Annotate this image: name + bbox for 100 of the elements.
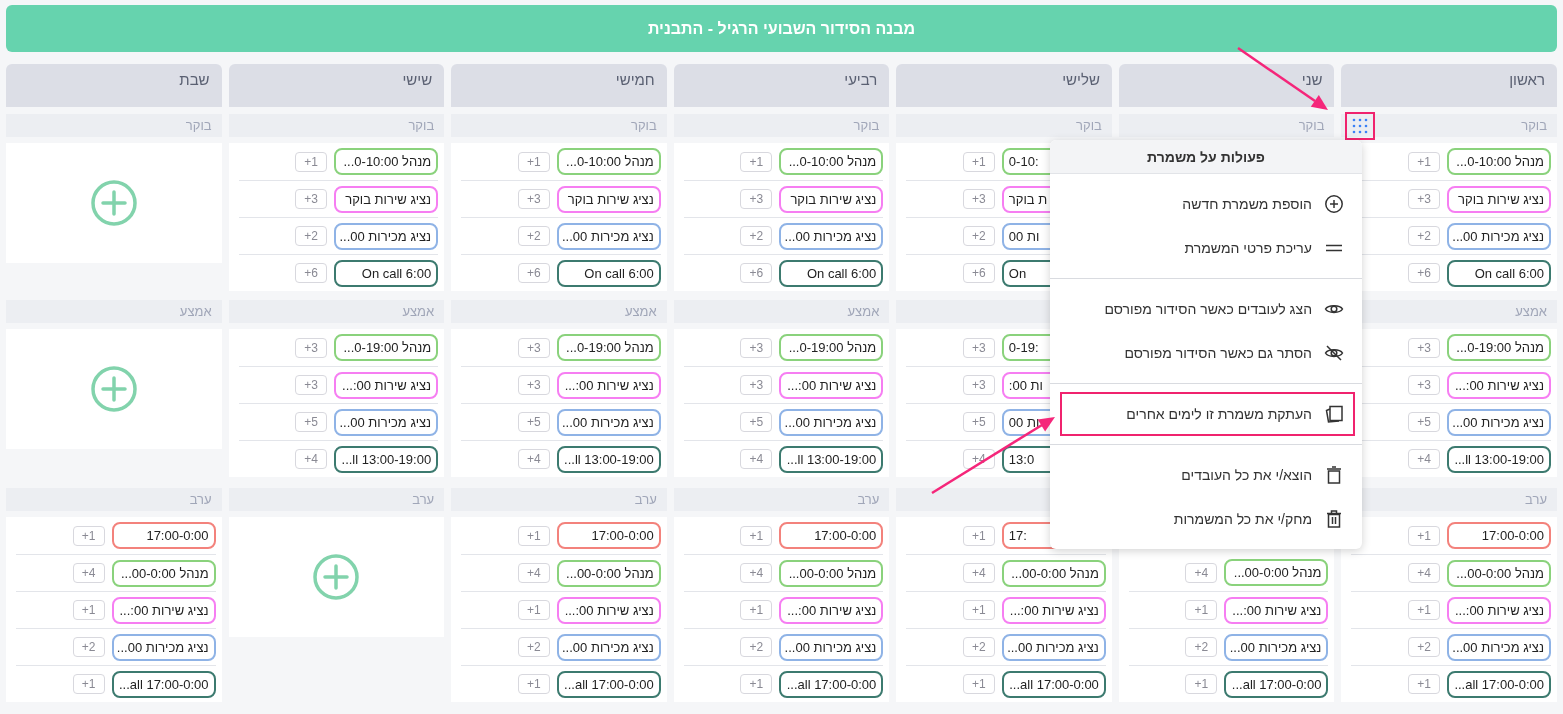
shift-pill[interactable]: נציג שירות 00:...: [334, 371, 439, 399]
shift-pill[interactable]: נציג מכירות 00...: [556, 222, 661, 250]
shift-pill[interactable]: מנהל 0-10:00...: [1447, 148, 1551, 175]
shift-pill[interactable]: נציג שירות 00:...: [1224, 596, 1329, 624]
count-badge[interactable]: +3: [1408, 375, 1440, 395]
shift-pill[interactable]: ...ll 13:00-19:00: [779, 445, 884, 473]
count-badge[interactable]: +4: [962, 563, 995, 583]
count-badge[interactable]: +2: [740, 226, 773, 246]
count-badge[interactable]: +1: [1408, 674, 1440, 694]
shift-pill[interactable]: נציג מכירות 00...: [779, 633, 884, 661]
shift-pill[interactable]: ...ll 13:00-19:00: [334, 445, 439, 473]
shift-pill[interactable]: 17:00-0:00: [556, 522, 661, 549]
count-badge[interactable]: +2: [962, 637, 995, 657]
shift-pill[interactable]: נציג מכירות 00...: [1224, 633, 1329, 661]
shift-pill[interactable]: מנהל 00-0:00...: [779, 559, 884, 587]
shift-pill[interactable]: מנהל 0-19:00...: [1447, 334, 1551, 361]
grid-dots-icon[interactable]: [1345, 111, 1376, 140]
shift-pill[interactable]: נציג מכירות 00...: [334, 408, 439, 436]
count-badge[interactable]: +2: [1408, 226, 1440, 246]
count-badge[interactable]: +1: [740, 600, 773, 620]
count-badge[interactable]: +3: [740, 189, 773, 209]
shift-pill[interactable]: מנהל 0-10:00...: [556, 148, 661, 175]
shift-pill[interactable]: 17:00-0:00: [111, 522, 216, 549]
count-badge[interactable]: +6: [962, 263, 995, 283]
shift-pill[interactable]: נציג מכירות 00...: [556, 633, 661, 661]
count-badge[interactable]: +2: [740, 637, 773, 657]
shift-pill[interactable]: מנהל 00-0:00...: [1224, 559, 1329, 586]
add-icon[interactable]: [312, 553, 361, 601]
shift-pill[interactable]: מנהל 00-0:00...: [1001, 559, 1106, 587]
count-badge[interactable]: +1: [517, 151, 550, 172]
shift-pill[interactable]: מנהל 00-0:00...: [1447, 559, 1551, 587]
menu-item[interactable]: הסתר גם כאשר הסידור מפורסם: [1050, 331, 1362, 375]
shift-pill[interactable]: ...all 17:00-0:00: [1224, 670, 1329, 698]
shift-pill[interactable]: נציג מכירות 00...: [334, 222, 439, 250]
count-badge[interactable]: +1: [1185, 674, 1218, 694]
count-badge[interactable]: +6: [295, 263, 328, 283]
shift-pill[interactable]: נציג שירות 00:...: [556, 596, 661, 624]
count-badge[interactable]: +4: [740, 563, 773, 583]
count-badge[interactable]: +1: [962, 600, 995, 620]
count-badge[interactable]: +2: [72, 637, 105, 657]
count-badge[interactable]: +1: [295, 151, 328, 172]
count-badge[interactable]: +3: [295, 337, 328, 358]
shift-pill[interactable]: נציג מכירות 00...: [556, 408, 661, 436]
count-badge[interactable]: +6: [740, 263, 773, 283]
menu-item[interactable]: מחק/י את כל המשמרות: [1050, 497, 1362, 541]
shift-pill[interactable]: נציג מכירות 00...: [779, 222, 884, 250]
shift-pill[interactable]: מנהל 00-0:00...: [111, 559, 216, 587]
count-badge[interactable]: +3: [295, 189, 328, 209]
count-badge[interactable]: +1: [517, 600, 550, 620]
shift-pill[interactable]: נציג שירות בוקר: [779, 185, 884, 213]
count-badge[interactable]: +3: [962, 375, 995, 395]
shift-pill[interactable]: נציג מכירות 00...: [1001, 633, 1106, 661]
count-badge[interactable]: +4: [72, 563, 105, 583]
count-badge[interactable]: +1: [1408, 525, 1440, 546]
count-badge[interactable]: +1: [1408, 600, 1440, 620]
count-badge[interactable]: +3: [517, 375, 550, 395]
count-badge[interactable]: +4: [740, 449, 773, 469]
shift-pill[interactable]: מנהל 0-19:00...: [556, 334, 661, 361]
count-badge[interactable]: +2: [962, 226, 995, 246]
shift-pill[interactable]: נציג מכירות 00...: [1447, 222, 1551, 250]
count-badge[interactable]: +5: [1408, 412, 1440, 432]
count-badge[interactable]: +3: [740, 375, 773, 395]
shift-pill[interactable]: נציג שירות 00:...: [779, 371, 884, 399]
count-badge[interactable]: +6: [517, 263, 550, 283]
shift-pill[interactable]: 17:00-0:00: [1447, 522, 1551, 549]
count-badge[interactable]: +4: [1185, 562, 1218, 583]
shift-pill[interactable]: ...all 17:00-0:00: [779, 670, 884, 698]
count-badge[interactable]: +2: [517, 226, 550, 246]
shift-pill[interactable]: On call 6:00: [334, 259, 439, 287]
count-badge[interactable]: +5: [517, 412, 550, 432]
menu-item[interactable]: הוספת משמרת חדשה: [1050, 182, 1362, 226]
count-badge[interactable]: +1: [72, 674, 105, 694]
shift-pill[interactable]: On call 6:00: [1447, 259, 1551, 287]
shift-pill[interactable]: ...ll 13:00-19:00: [556, 445, 661, 473]
shift-pill[interactable]: נציג שירות בוקר: [334, 185, 439, 213]
shift-pill[interactable]: ...all 17:00-0:00: [1001, 670, 1106, 698]
count-badge[interactable]: +6: [1408, 263, 1440, 283]
count-badge[interactable]: +4: [1408, 449, 1440, 469]
count-badge[interactable]: +4: [517, 449, 550, 469]
add-icon[interactable]: [89, 179, 138, 227]
count-badge[interactable]: +1: [740, 674, 773, 694]
shift-pill[interactable]: ...ll 13:00-19:00: [1447, 445, 1551, 473]
count-badge[interactable]: +1: [740, 151, 773, 172]
shift-pill[interactable]: מנהל 0-19:00...: [779, 334, 884, 361]
shift-pill[interactable]: נציג שירות 00:...: [111, 596, 216, 624]
shift-pill[interactable]: On call 6:00: [556, 259, 661, 287]
shift-pill[interactable]: נציג שירות בוקר: [1447, 185, 1551, 213]
shift-pill[interactable]: מנהל 0-10:00...: [779, 148, 884, 175]
count-badge[interactable]: +5: [295, 412, 328, 432]
count-badge[interactable]: +2: [1185, 637, 1218, 657]
shift-pill[interactable]: נציג שירות בוקר: [556, 185, 661, 213]
shift-pill[interactable]: ...all 17:00-0:00: [111, 670, 216, 698]
count-badge[interactable]: +3: [1408, 189, 1440, 209]
count-badge[interactable]: +1: [1185, 600, 1218, 620]
count-badge[interactable]: +1: [962, 525, 995, 546]
shift-pill[interactable]: ...all 17:00-0:00: [556, 670, 661, 698]
count-badge[interactable]: +1: [962, 674, 995, 694]
shift-pill[interactable]: נציג מכירות 00...: [1447, 633, 1551, 661]
shift-pill[interactable]: נציג שירות 00:...: [556, 371, 661, 399]
count-badge[interactable]: +3: [1408, 337, 1440, 358]
